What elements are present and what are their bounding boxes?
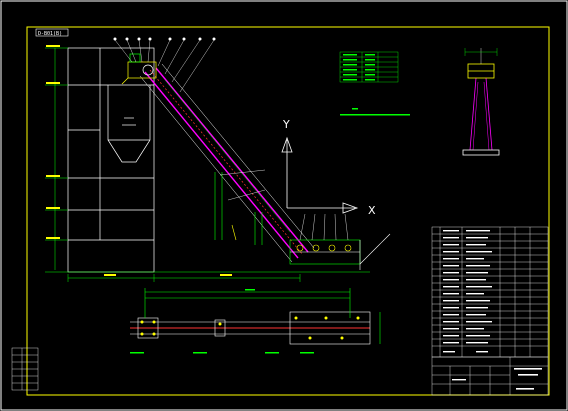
tail-section bbox=[289, 233, 391, 270]
coordinate-axes bbox=[281, 136, 359, 214]
plan-view-labels bbox=[130, 289, 314, 354]
axis-y-label: Y bbox=[282, 118, 290, 131]
tail-callouts bbox=[219, 169, 349, 241]
parts-list-text bbox=[443, 230, 492, 353]
revision-block bbox=[11, 347, 39, 391]
title-tag: D-B01(B) bbox=[38, 31, 62, 37]
elevation-lines bbox=[45, 47, 68, 270]
plan-view bbox=[130, 288, 381, 345]
axis-x-label: X bbox=[368, 204, 376, 217]
title-block-text bbox=[452, 368, 542, 390]
inclined-conveyor bbox=[139, 63, 315, 263]
notes bbox=[340, 108, 410, 116]
ground-dimensions bbox=[45, 271, 370, 282]
bunker-building bbox=[67, 47, 155, 273]
spec-table-text bbox=[343, 54, 375, 81]
callout-numbers-top bbox=[113, 37, 216, 41]
cad-drawing-sheet: D-B01(B) Y X bbox=[0, 0, 568, 411]
parts-list bbox=[431, 226, 549, 358]
outer-border bbox=[0, 0, 568, 411]
conveyor-supports bbox=[214, 172, 263, 245]
ground-dimension-text bbox=[104, 274, 232, 276]
drawing-frame bbox=[26, 26, 550, 396]
spec-table bbox=[339, 51, 399, 83]
side-view-tower bbox=[462, 48, 500, 156]
